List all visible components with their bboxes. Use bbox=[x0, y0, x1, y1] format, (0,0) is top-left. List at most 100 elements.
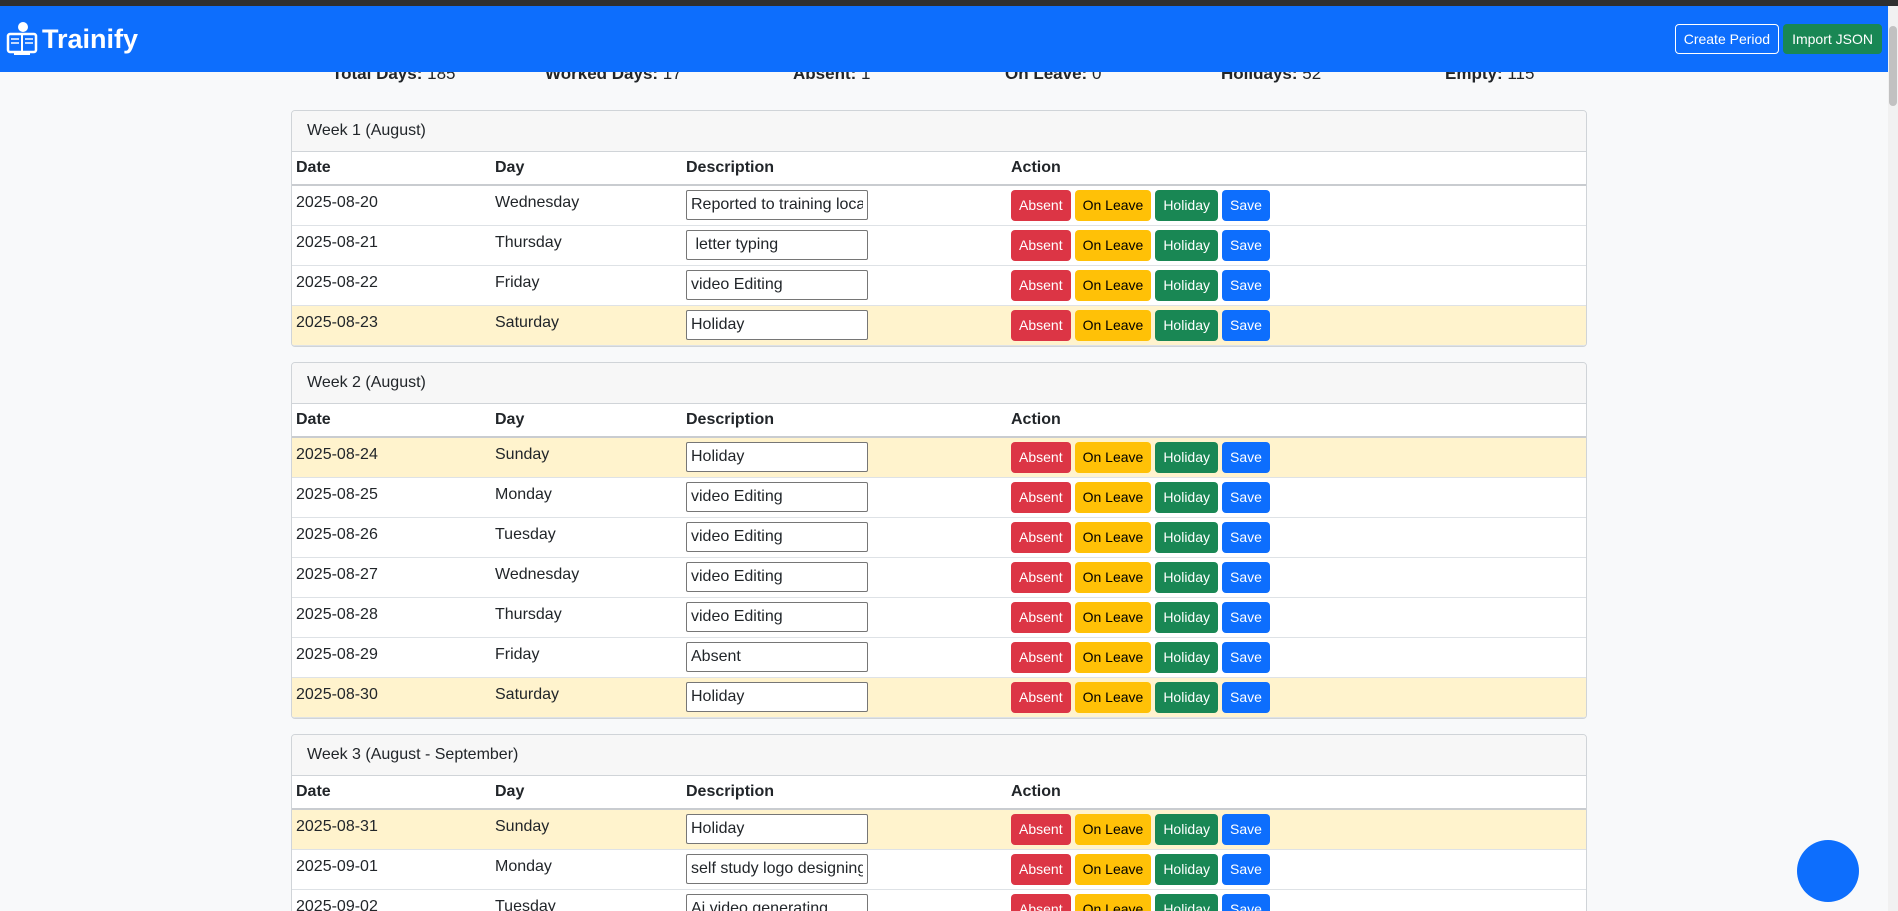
description-input[interactable] bbox=[686, 642, 868, 672]
save-button[interactable]: Save bbox=[1222, 893, 1270, 911]
holiday-button[interactable]: Holiday bbox=[1155, 269, 1219, 301]
holiday-button[interactable]: Holiday bbox=[1155, 813, 1219, 845]
week-card: Week 3 (August - September) Date Day Des… bbox=[291, 734, 1587, 911]
holiday-button[interactable]: Holiday bbox=[1155, 229, 1219, 261]
table-row: 2025-08-26 Tuesday Absent On Leave Holid… bbox=[292, 517, 1586, 558]
holiday-button[interactable]: Holiday bbox=[1155, 309, 1219, 341]
description-input[interactable] bbox=[686, 682, 868, 712]
absent-button[interactable]: Absent bbox=[1011, 681, 1071, 713]
on-leave-button[interactable]: On Leave bbox=[1074, 893, 1152, 911]
brand-logo[interactable]: Trainify bbox=[6, 21, 138, 57]
description-input[interactable] bbox=[686, 562, 868, 592]
row-actions: Absent On Leave Holiday Save bbox=[1007, 889, 1586, 911]
holiday-button[interactable]: Holiday bbox=[1155, 441, 1219, 473]
absent-button[interactable]: Absent bbox=[1011, 481, 1071, 513]
absent-button[interactable]: Absent bbox=[1011, 813, 1071, 845]
description-input[interactable] bbox=[686, 522, 868, 552]
save-button[interactable]: Save bbox=[1222, 481, 1270, 513]
save-button[interactable]: Save bbox=[1222, 813, 1270, 845]
save-button[interactable]: Save bbox=[1222, 601, 1270, 633]
on-leave-button[interactable]: On Leave bbox=[1074, 521, 1152, 553]
on-leave-button[interactable]: On Leave bbox=[1074, 853, 1152, 885]
on-leave-button[interactable]: On Leave bbox=[1074, 309, 1152, 341]
absent-button[interactable]: Absent bbox=[1011, 521, 1071, 553]
description-input[interactable] bbox=[686, 602, 868, 632]
on-leave-button[interactable]: On Leave bbox=[1074, 601, 1152, 633]
save-button[interactable]: Save bbox=[1222, 641, 1270, 673]
row-day: Thursday bbox=[491, 225, 682, 266]
row-description-cell bbox=[682, 265, 1007, 306]
absent-button[interactable]: Absent bbox=[1011, 189, 1071, 221]
scrollbar-thumb[interactable] bbox=[1889, 26, 1897, 106]
row-actions: Absent On Leave Holiday Save bbox=[1007, 677, 1586, 718]
description-input[interactable] bbox=[686, 442, 868, 473]
absent-button[interactable]: Absent bbox=[1011, 269, 1071, 301]
on-leave-button[interactable]: On Leave bbox=[1074, 681, 1152, 713]
absent-button[interactable]: Absent bbox=[1011, 641, 1071, 673]
on-leave-button[interactable]: On Leave bbox=[1074, 441, 1152, 473]
on-leave-button[interactable]: On Leave bbox=[1074, 269, 1152, 301]
holiday-button[interactable]: Holiday bbox=[1155, 681, 1219, 713]
row-description-cell bbox=[682, 597, 1007, 638]
holiday-button[interactable]: Holiday bbox=[1155, 189, 1219, 221]
absent-button[interactable]: Absent bbox=[1011, 893, 1071, 911]
absent-button[interactable]: Absent bbox=[1011, 601, 1071, 633]
stat-value: 0 bbox=[1091, 72, 1102, 83]
absent-button[interactable]: Absent bbox=[1011, 309, 1071, 341]
week-card: Week 1 (August) Date Day Description Act… bbox=[291, 110, 1587, 347]
import-json-button[interactable]: Import JSON bbox=[1783, 24, 1882, 54]
stat-item: Total Days: 185 bbox=[332, 72, 455, 84]
save-button[interactable]: Save bbox=[1222, 681, 1270, 713]
row-actions: Absent On Leave Holiday Save bbox=[1007, 849, 1586, 890]
on-leave-button[interactable]: On Leave bbox=[1074, 481, 1152, 513]
description-input[interactable] bbox=[686, 482, 868, 512]
row-day: Saturday bbox=[491, 677, 682, 718]
holiday-button[interactable]: Holiday bbox=[1155, 853, 1219, 885]
description-input[interactable] bbox=[686, 270, 868, 300]
week-title: Week 2 (August) bbox=[292, 363, 1586, 404]
description-input[interactable] bbox=[686, 894, 868, 911]
save-button[interactable]: Save bbox=[1222, 189, 1270, 221]
stat-label: Absent: bbox=[793, 72, 857, 83]
absent-button[interactable]: Absent bbox=[1011, 561, 1071, 593]
save-button[interactable]: Save bbox=[1222, 561, 1270, 593]
description-input[interactable] bbox=[686, 310, 868, 340]
on-leave-button[interactable]: On Leave bbox=[1074, 641, 1152, 673]
floating-action-button[interactable] bbox=[1797, 840, 1859, 902]
description-input[interactable] bbox=[686, 190, 868, 221]
save-button[interactable]: Save bbox=[1222, 229, 1270, 261]
holiday-button[interactable]: Holiday bbox=[1155, 481, 1219, 513]
row-date: 2025-08-20 bbox=[292, 185, 491, 226]
stat-item: Absent: 1 bbox=[793, 72, 870, 84]
holiday-button[interactable]: Holiday bbox=[1155, 641, 1219, 673]
page-scrollbar[interactable] bbox=[1888, 6, 1898, 911]
row-description-cell bbox=[682, 517, 1007, 558]
on-leave-button[interactable]: On Leave bbox=[1074, 561, 1152, 593]
on-leave-button[interactable]: On Leave bbox=[1074, 229, 1152, 261]
on-leave-button[interactable]: On Leave bbox=[1074, 813, 1152, 845]
stat-item: Empty: 115 bbox=[1445, 72, 1534, 84]
save-button[interactable]: Save bbox=[1222, 521, 1270, 553]
header-date: Date bbox=[292, 152, 491, 186]
holiday-button[interactable]: Holiday bbox=[1155, 893, 1219, 911]
description-input[interactable] bbox=[686, 814, 868, 845]
header-description: Description bbox=[682, 152, 1007, 186]
save-button[interactable]: Save bbox=[1222, 853, 1270, 885]
save-button[interactable]: Save bbox=[1222, 269, 1270, 301]
absent-button[interactable]: Absent bbox=[1011, 229, 1071, 261]
description-input[interactable] bbox=[686, 230, 868, 260]
absent-button[interactable]: Absent bbox=[1011, 853, 1071, 885]
holiday-button[interactable]: Holiday bbox=[1155, 521, 1219, 553]
header-action: Action bbox=[1007, 152, 1586, 186]
save-button[interactable]: Save bbox=[1222, 309, 1270, 341]
create-period-button[interactable]: Create Period bbox=[1674, 24, 1780, 54]
holiday-button[interactable]: Holiday bbox=[1155, 561, 1219, 593]
book-reader-icon bbox=[6, 22, 38, 55]
row-actions: Absent On Leave Holiday Save bbox=[1007, 437, 1586, 478]
absent-button[interactable]: Absent bbox=[1011, 441, 1071, 473]
on-leave-button[interactable]: On Leave bbox=[1074, 189, 1152, 221]
save-button[interactable]: Save bbox=[1222, 441, 1270, 473]
description-input[interactable] bbox=[686, 854, 868, 884]
table-row: 2025-08-21 Thursday Absent On Leave Holi… bbox=[292, 225, 1586, 266]
holiday-button[interactable]: Holiday bbox=[1155, 601, 1219, 633]
